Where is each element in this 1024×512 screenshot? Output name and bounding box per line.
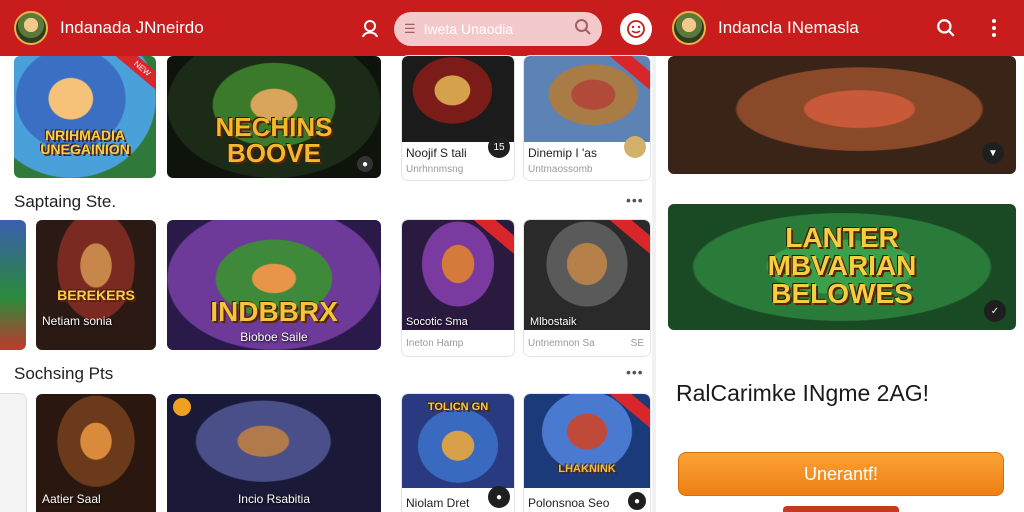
section2-card-1[interactable]: Aatier Saal [36, 394, 156, 512]
top-tile-title-1: Noojif S tali [406, 146, 467, 160]
section1-art-text-1: BEREKERS [57, 287, 135, 303]
featured-art-text-2: NECHINS BOOVE [215, 112, 333, 168]
section1-tile-badge-2: SE [630, 338, 644, 349]
section1-tile-1[interactable]: Socotic Sma Ineton Hamp [402, 220, 514, 356]
section1-card-2[interactable]: INDBBRX Bioboe Saile [167, 220, 381, 350]
promo-heading: RalCarimke INgme 2AG! [676, 380, 930, 406]
right-search-icon[interactable] [932, 14, 960, 42]
emoji-button[interactable] [620, 13, 652, 45]
avatar-badge [624, 136, 646, 158]
featured-art-1 [14, 56, 156, 178]
section2-tile-1[interactable]: TOLICN GN ● Niolam Dret [402, 394, 514, 512]
section1-caption-2: Bioboe Saile [240, 330, 308, 344]
user-avatar[interactable] [14, 11, 48, 45]
section2-tile-art-text-1: TOLICN GN [427, 401, 489, 413]
top-tile-subtitle-2: Untmaossomb [528, 164, 593, 175]
top-tile-art-1 [402, 56, 514, 142]
section1-tile-title-1: Socotic Sma [406, 316, 468, 328]
section2-caption-2: Incio Rsabitia [237, 492, 311, 506]
section1-card-1[interactable]: BEREKERS Netiam sonia [36, 220, 156, 350]
featured-art-text-1: NRIHMADIA UNEGAINION [40, 127, 130, 157]
right-hero-art [668, 56, 1016, 174]
left-brand: Indanada JNneirdo [14, 0, 204, 56]
section-more-2[interactable]: ••• [626, 364, 644, 380]
section2-caption-1: Aatier Saal [42, 492, 101, 506]
section1-tile-title-2: Mlbostaik [530, 316, 577, 328]
section2-tile-2[interactable]: LHAKNINK ● Polonsnoa Seo [524, 394, 650, 512]
right-brand: Indancla INemasla [672, 0, 859, 56]
featured-card-2[interactable]: NECHINS BOOVE ● [167, 56, 381, 178]
top-tile-title-2: Dinemip I 'as [528, 146, 597, 160]
section1-art-1 [36, 220, 156, 350]
smile-icon [627, 20, 645, 38]
section-more-1[interactable]: ••• [626, 192, 644, 208]
section1-caption-1: Netiam sonia [42, 314, 113, 328]
section1-tile-subtitle-1: Ineton Hamp [406, 338, 464, 349]
secondary-button[interactable] [783, 506, 899, 512]
search-bar[interactable]: ☰ [394, 12, 602, 46]
section1-tile-subtitle-2: Untnemnon Sa [528, 338, 595, 349]
app-title: Indanada JNneirdo [60, 18, 204, 37]
section1-tile-2[interactable]: Mlbostaik Untnemnon Sa SE [524, 220, 650, 356]
right-app-title: Indancla INemasla [718, 18, 859, 37]
right-banner-badge: ✓ [984, 300, 1006, 322]
section2-tile-art-text-2: LHAKNINK [558, 463, 616, 475]
cta-button[interactable]: Unerantf! [678, 452, 1004, 496]
overflow-menu-icon[interactable] [980, 14, 1008, 42]
right-hero-badge: ▼ [982, 142, 1004, 164]
profile-icon[interactable] [356, 14, 384, 42]
menu-icon[interactable]: ☰ [404, 21, 416, 37]
top-app-bar: Indanada JNneirdo ☰ Indancla INemasla [0, 0, 1024, 56]
section2-badge [173, 398, 191, 416]
right-hero-card[interactable]: ▼ [668, 56, 1016, 174]
right-banner-text: LANTER MBVARIAN BELOWES [767, 222, 917, 309]
section2-tile-badge-1: ● [488, 486, 510, 508]
section2-tile-title-1: Niolam Dret [406, 496, 470, 510]
top-tile-subtitle-1: Unrhnnmsng [406, 164, 464, 175]
peek-card-2[interactable] [0, 394, 26, 512]
play-badge: ● [357, 156, 373, 172]
right-avatar[interactable] [672, 11, 706, 45]
section-title-2: Sochsing Pts [14, 364, 114, 383]
panel-divider [652, 56, 656, 512]
top-tile-2[interactable]: Dinemip I 'as Untmaossomb [524, 56, 650, 180]
app-screen: Indanada JNneirdo ☰ Indancla INemasla N [0, 0, 1024, 512]
section-title-1: Saptaing Ste. [14, 192, 117, 211]
peek-art-1 [0, 220, 26, 350]
right-banner-card[interactable]: LANTER MBVARIAN BELOWES ✓ [668, 204, 1016, 330]
section2-tile-badge-2: ● [628, 492, 646, 510]
section1-art-text-2: INDBBRX [210, 296, 338, 327]
peek-card-1[interactable] [0, 220, 26, 350]
featured-card-1[interactable]: NRIHMADIA UNEGAINION NEW [14, 56, 156, 178]
section2-card-2[interactable]: Incio Rsabitia [167, 394, 381, 512]
search-input[interactable] [423, 21, 574, 37]
section2-tile-title-2: Polonsnoa Seo [528, 496, 610, 510]
search-icon[interactable] [574, 18, 592, 41]
count-badge: 15 [488, 136, 510, 158]
top-tile-1[interactable]: 15 Noojif S tali Unrhnnmsng [402, 56, 514, 180]
